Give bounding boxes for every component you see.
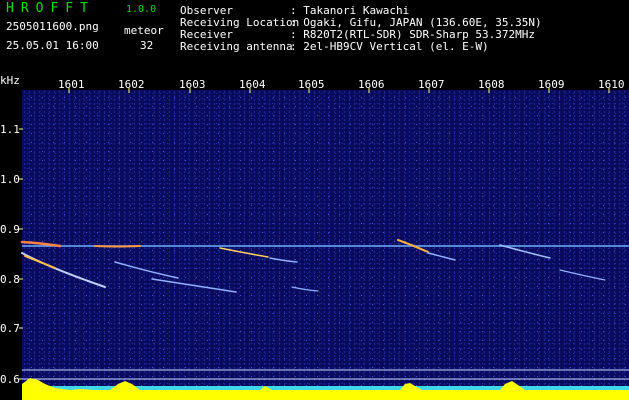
meteor-echo [94, 245, 141, 248]
meteor-echo [24, 255, 56, 269]
meteor-echo [151, 278, 237, 293]
meteor-echo [499, 244, 551, 259]
meteor-echo [427, 252, 456, 261]
meteor-echo [219, 247, 269, 258]
meteor-echo [114, 261, 179, 279]
meteor-echo [559, 269, 606, 281]
spectrogram-overlay [19, 88, 629, 400]
meteor-echo [269, 257, 298, 263]
meteor-echo [21, 252, 106, 288]
meteor-echo [291, 286, 319, 292]
